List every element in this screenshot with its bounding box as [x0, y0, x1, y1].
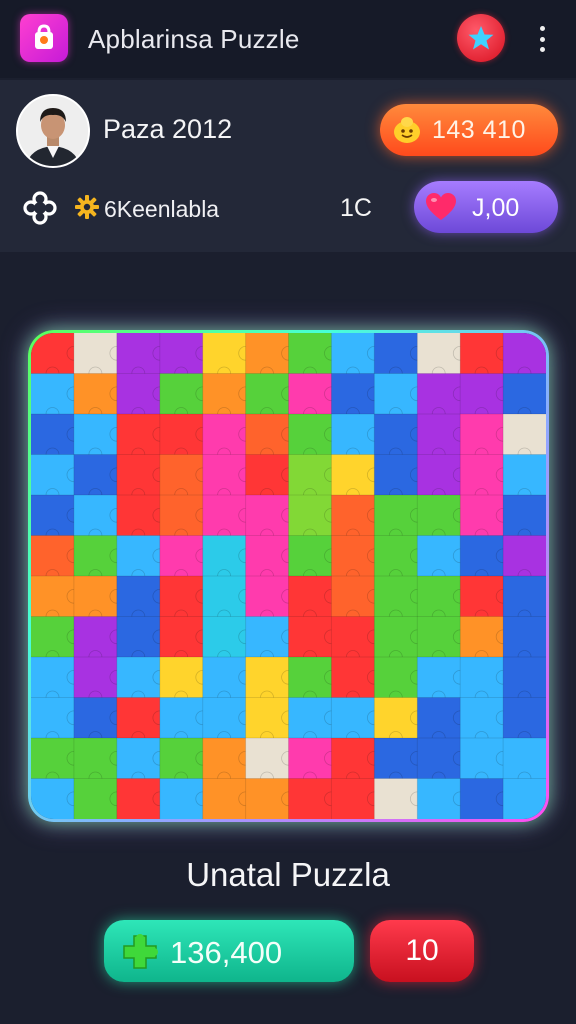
profile-panel: Paza 2012 143 410 6Keenlabla 1C J,00 — [0, 80, 576, 252]
coin-face-icon — [394, 117, 420, 143]
puzzle-bag-icon[interactable] — [20, 14, 68, 62]
app-title: Apblarinsa Puzzle — [88, 24, 300, 54]
coin-balance-button[interactable]: 143 410 — [380, 104, 558, 156]
puzzle-title: Unatal Puzzla — [186, 856, 390, 893]
top-bar: Apblarinsa Puzzle — [0, 0, 576, 78]
lives-value: J,00 — [472, 194, 520, 222]
puzzle-piece-icon — [123, 934, 158, 969]
player-name: Paza 2012 — [103, 114, 233, 144]
puzzle-board-frame — [28, 330, 549, 822]
star-icon — [468, 26, 494, 50]
heart-icon — [426, 193, 456, 220]
puzzle-grid[interactable] — [31, 333, 546, 819]
moves-button[interactable]: 10 — [370, 920, 474, 982]
flower-icon[interactable] — [22, 190, 58, 226]
score-button[interactable]: 136,400 — [104, 920, 354, 982]
lives-button[interactable]: J,00 — [414, 181, 558, 233]
board-sheen — [31, 333, 546, 819]
coin-value: 143 410 — [432, 116, 526, 144]
more-menu-button[interactable] — [528, 22, 556, 56]
level-count: 1C — [340, 194, 372, 222]
score-value: 136,400 — [170, 935, 283, 970]
moves-value: 10 — [405, 934, 439, 967]
gear-icon[interactable] — [74, 194, 100, 220]
avatar[interactable] — [16, 94, 90, 168]
settings-label: 6Keenlabla — [104, 196, 220, 222]
puzzle-board[interactable] — [31, 333, 546, 819]
more-vertical-icon — [539, 26, 545, 31]
star-button[interactable] — [457, 14, 505, 62]
